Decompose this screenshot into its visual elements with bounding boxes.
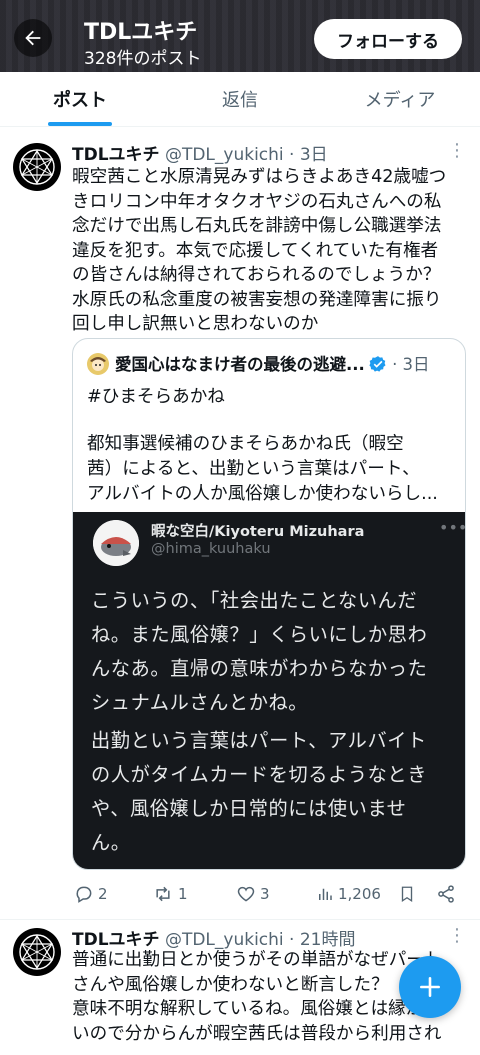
geometric-logo-icon — [19, 149, 55, 185]
tweet-header: TDLユキチ @TDL_yukichi · 21時間 — [72, 925, 356, 950]
views-button[interactable]: 1,206 — [316, 880, 381, 908]
like-button[interactable]: 3 — [236, 880, 270, 908]
bookmark-icon — [401, 886, 413, 903]
embedded-paragraph-1: こういうの、「社会出たことないんだ ね。また風俗嬢？」くらいにしか思わ んなあ。… — [91, 584, 455, 720]
repost-button[interactable]: 1 — [152, 880, 188, 908]
tweet-line: の皆さんは納得されておられるのでしょうか？ — [72, 265, 441, 285]
plus-icon — [420, 977, 440, 997]
quoted-time: · 3日 — [392, 355, 430, 374]
quoted-line: アルバイトの人か風俗嬢しか使わないらし... — [87, 484, 438, 504]
avatar[interactable] — [13, 143, 61, 191]
quoted-hashtag[interactable]: #ひまそらあかね — [87, 383, 225, 408]
tweet-line: いので分からんが暇空茜氏は普段から利用され — [72, 1023, 442, 1044]
tweet-text: 暇空茜こと水原清晃みずはらきよあき42歳嘘つ きロリコン中年オタクオヤジの石丸さ… — [72, 165, 468, 337]
view-count: 1,206 — [338, 885, 381, 903]
quoted-line: 都知事選候補のひまそらあかね氏（暇空 — [87, 434, 404, 454]
tab-label: ポスト — [53, 90, 107, 111]
display-name[interactable]: TDLユキチ — [72, 145, 160, 165]
fish-character-icon — [93, 520, 139, 566]
back-button[interactable] — [14, 19, 52, 57]
tweet-actions: 2 1 3 1,206 — [72, 880, 468, 908]
embedded-line: や、風俗嬢しか日常的には使いませ — [91, 797, 407, 820]
tweet-divider — [0, 919, 480, 920]
more-options-icon[interactable]: ⋮ — [448, 925, 466, 946]
embedded-line: の人がタイムカードを切るようなとき — [91, 763, 428, 786]
tweet-line: きロリコン中年オタクオヤジの石丸さんへの私 — [72, 191, 442, 212]
quoted-display-name: 愛国心はなまけ者の最後の逃避... — [115, 355, 365, 374]
handle-and-time[interactable]: @TDL_yukichi · 3日 — [165, 145, 328, 165]
embedded-line: んなあ。直帰の意味がわからなかった — [91, 657, 428, 680]
repost-icon — [156, 886, 170, 902]
verified-badge-icon — [369, 355, 387, 377]
tab-posts[interactable]: ポスト — [0, 72, 160, 126]
like-count: 3 — [260, 885, 270, 903]
reply-button[interactable]: 2 — [74, 880, 108, 908]
geometric-logo-icon — [19, 934, 55, 970]
embedded-avatar — [93, 520, 139, 566]
profile-tabs: ポスト 返信 メディア — [0, 72, 480, 127]
tweet-line: 念だけで出馬し石丸氏を誹謗中傷し公職選挙法 — [72, 216, 442, 236]
quoted-tweet[interactable]: 愛国心はなまけ者の最後の逃避... · 3日 #ひまそらあかね 都知事選候補のひ… — [72, 338, 466, 870]
header-title: TDLユキチ — [84, 20, 198, 45]
profile-header: TDLユキチ 328件のポスト フォローする — [0, 0, 480, 72]
embedded-line: ん。 — [91, 831, 131, 854]
share-icon — [438, 885, 454, 903]
quoted-header: 愛国心はなまけ者の最後の逃避... · 3日 — [115, 351, 430, 377]
embedded-line: 出勤という言葉はパート、アルバイト — [91, 729, 427, 752]
attached-image[interactable]: 暇な空白/Kiyoteru Mizuhara @hima_kuuhaku •••… — [73, 512, 466, 869]
arrow-left-icon — [25, 30, 41, 46]
tab-replies[interactable]: 返信 — [160, 72, 320, 126]
embedded-line: シュナムルさんとかね。 — [91, 691, 309, 714]
compose-post-button[interactable] — [399, 956, 461, 1018]
quoted-line: 茜）によると、出勤という言葉はパート、 — [87, 459, 420, 479]
tweet-line: 回し申し訳無いと思わないのか — [72, 314, 319, 334]
tab-label: 返信 — [222, 90, 258, 111]
follow-button[interactable]: フォローする — [314, 19, 462, 59]
active-tab-indicator — [48, 122, 112, 126]
tab-label: メディア — [364, 90, 436, 111]
quoted-text: 都知事選候補のひまそらあかね氏（暇空 茜）によると、出勤という言葉はパート、 ア… — [87, 432, 457, 507]
tab-media[interactable]: メディア — [320, 72, 480, 126]
embedded-display-name: 暇な空白/Kiyoteru Mizuhara — [151, 524, 365, 540]
post-count: 328件のポスト — [84, 49, 202, 69]
character-avatar-icon — [87, 353, 109, 375]
heart-icon — [237, 886, 255, 902]
tweet-line: 違反を犯す。本気で応援してくれていた有権者 — [72, 240, 439, 261]
bookmark-button[interactable] — [398, 880, 416, 908]
reply-count: 2 — [98, 885, 108, 903]
embedded-line: ね。また風俗嬢？」くらいにしか思わ — [91, 623, 428, 646]
quoted-avatar — [87, 353, 109, 375]
embedded-handle: @hima_kuuhaku — [151, 541, 271, 557]
display-name[interactable]: TDLユキチ — [72, 930, 160, 950]
tweet-line: 水原氏の私念重度の被害妄想の発達障害に振り — [72, 289, 442, 310]
embedded-more-icon: ••• — [439, 518, 466, 537]
tweet-header: TDLユキチ @TDL_yukichi · 3日 — [72, 140, 328, 165]
avatar[interactable] — [13, 928, 61, 976]
reply-icon — [76, 886, 92, 903]
more-options-icon[interactable]: ⋮ — [448, 140, 466, 161]
bar-chart-icon — [319, 888, 332, 900]
repost-count: 1 — [178, 885, 188, 903]
share-button[interactable] — [436, 880, 456, 908]
handle-and-time[interactable]: @TDL_yukichi · 21時間 — [165, 930, 356, 950]
tweet-line: 暇空茜こと水原清晃みずはらきよあき42歳嘘つ — [72, 167, 447, 187]
embedded-paragraph-2: 出勤という言葉はパート、アルバイト の人がタイムカードを切るようなとき や、風俗… — [91, 724, 455, 860]
embedded-line: こういうの、「社会出たことないんだ — [91, 589, 418, 612]
